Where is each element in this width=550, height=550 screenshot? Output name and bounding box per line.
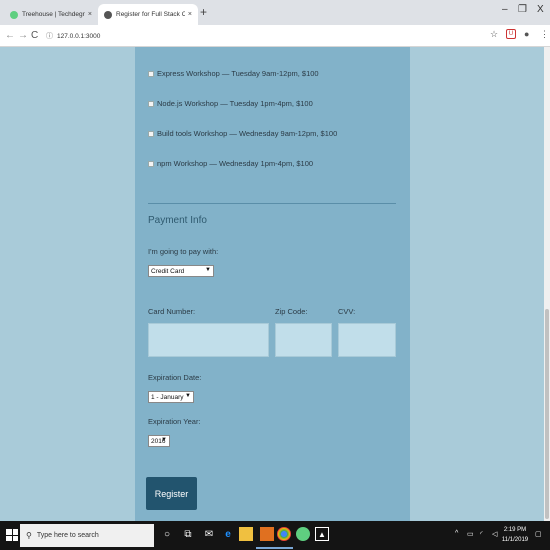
- url-field[interactable]: ⓘ 127.0.0.1:3000: [40, 28, 500, 44]
- taskbar: ⚲ Type here to search ○ ⧉ ✉ e ▲ ^ ▭ ◜ ◁ …: [0, 521, 550, 550]
- checkbox[interactable]: [148, 100, 154, 107]
- checkbox[interactable]: [148, 160, 154, 167]
- treehouse-favicon-icon: [10, 10, 18, 19]
- cvv-label: CVV:: [338, 307, 356, 316]
- maximize-button[interactable]: ❐: [518, 4, 527, 15]
- tab-title: Treehouse | Techdegree: [22, 11, 85, 18]
- activity-label: Express Workshop — Tuesday 9am-12pm, $10…: [157, 69, 319, 78]
- notifications-icon[interactable]: ▢: [535, 530, 542, 538]
- select-value: 1 - January: [151, 393, 184, 401]
- pay-method-label: I'm going to pay with:: [148, 247, 219, 256]
- activity-npm[interactable]: npm Workshop — Wednesday 1pm-4pm, $100: [148, 159, 313, 168]
- sublime-icon[interactable]: [260, 527, 274, 541]
- tray-chevron-icon[interactable]: ^: [455, 530, 458, 537]
- zip-input[interactable]: [275, 323, 332, 357]
- taskbar-search[interactable]: ⚲ Type here to search: [20, 524, 154, 547]
- chrome-icon[interactable]: [277, 527, 291, 541]
- info-icon[interactable]: ⓘ: [46, 31, 53, 41]
- chevron-down-icon: ▼: [185, 393, 191, 399]
- tab-close-icon[interactable]: ×: [188, 11, 192, 18]
- menu-icon[interactable]: ⋮: [540, 29, 549, 40]
- activity-label: npm Workshop — Wednesday 1pm-4pm, $100: [157, 159, 314, 168]
- photos-icon[interactable]: ▲: [315, 527, 329, 541]
- activity-label: Build tools Workshop — Wednesday 9am-12p…: [157, 129, 338, 138]
- battery-icon[interactable]: ▭: [467, 530, 474, 538]
- tab-register[interactable]: Register for Full Stack Conf ×: [98, 4, 198, 25]
- forward-icon[interactable]: →: [18, 30, 28, 41]
- edge-icon[interactable]: e: [221, 527, 235, 541]
- tab-close-icon[interactable]: ×: [88, 11, 92, 18]
- exp-date-label: Expiration Date:: [148, 373, 202, 382]
- cvv-input[interactable]: [338, 323, 396, 357]
- activity-label: Node.js Workshop — Tuesday 1pm-4pm, $100: [157, 99, 313, 108]
- select-value: Credit Card: [151, 267, 185, 275]
- globe-favicon-icon: [104, 10, 112, 19]
- back-icon[interactable]: ←: [5, 30, 15, 41]
- clock-time: 2:19 PM: [503, 527, 527, 533]
- reload-icon[interactable]: C: [31, 30, 38, 41]
- activity-build-tools[interactable]: Build tools Workshop — Wednesday 9am-12p…: [148, 129, 337, 138]
- tab-title: Register for Full Stack Conf: [116, 11, 185, 18]
- volume-icon[interactable]: ◁: [492, 530, 497, 538]
- treehouse-icon[interactable]: [296, 527, 310, 541]
- search-placeholder: Type here to search: [36, 532, 99, 539]
- page-viewport: Express Workshop — Tuesday 9am-12pm, $10…: [0, 47, 550, 521]
- star-icon[interactable]: ☆: [490, 29, 498, 40]
- new-tab-button[interactable]: +: [200, 5, 207, 19]
- task-view-icon[interactable]: ⧉: [181, 527, 195, 541]
- section-divider: [148, 203, 396, 204]
- payment-legend: Payment Info: [148, 215, 207, 226]
- scrollbar-thumb[interactable]: [545, 309, 549, 519]
- chevron-down-icon: ▼: [161, 437, 167, 443]
- file-explorer-icon[interactable]: [239, 527, 253, 541]
- close-window-button[interactable]: X: [537, 4, 544, 15]
- zip-label: Zip Code:: [275, 307, 308, 316]
- clock[interactable]: 2:19 PM 11/1/2019: [500, 525, 530, 545]
- form-panel: Express Workshop — Tuesday 9am-12pm, $10…: [135, 47, 410, 521]
- exp-year-label: Expiration Year:: [148, 417, 201, 426]
- url-text: 127.0.0.1:3000: [57, 32, 101, 40]
- card-number-input[interactable]: [148, 323, 269, 357]
- network-icon[interactable]: ◜: [480, 530, 483, 538]
- exp-month-select[interactable]: 1 - January ▼: [148, 391, 194, 403]
- minimize-button[interactable]: –: [502, 4, 508, 15]
- register-button[interactable]: Register: [146, 477, 197, 510]
- browser-tab-bar: Treehouse | Techdegree × Register for Fu…: [0, 0, 550, 25]
- extension-icon[interactable]: U: [506, 29, 516, 39]
- tab-treehouse[interactable]: Treehouse | Techdegree ×: [4, 4, 98, 25]
- payment-select[interactable]: Credit Card ▼: [148, 265, 214, 277]
- active-app-indicator: [256, 547, 278, 549]
- chevron-down-icon: ▼: [205, 267, 211, 273]
- exp-year-select[interactable]: 2016 ▼: [148, 435, 170, 447]
- search-icon: ⚲: [26, 531, 32, 540]
- activity-nodejs[interactable]: Node.js Workshop — Tuesday 1pm-4pm, $100: [148, 99, 313, 108]
- windows-start-icon[interactable]: [6, 529, 18, 541]
- mail-icon[interactable]: ✉: [202, 527, 216, 541]
- checkbox[interactable]: [148, 130, 154, 137]
- profile-icon[interactable]: ●: [524, 29, 529, 39]
- card-number-label: Card Number:: [148, 307, 196, 316]
- activity-express[interactable]: Express Workshop — Tuesday 9am-12pm, $10…: [148, 69, 319, 78]
- cortana-icon[interactable]: ○: [160, 527, 174, 541]
- checkbox[interactable]: [148, 70, 154, 77]
- active-app-indicator: [277, 547, 293, 549]
- clock-date: 11/1/2019: [501, 537, 529, 543]
- address-bar-row: ← → C ⓘ 127.0.0.1:3000 ☆ U ● ⋮: [0, 25, 550, 47]
